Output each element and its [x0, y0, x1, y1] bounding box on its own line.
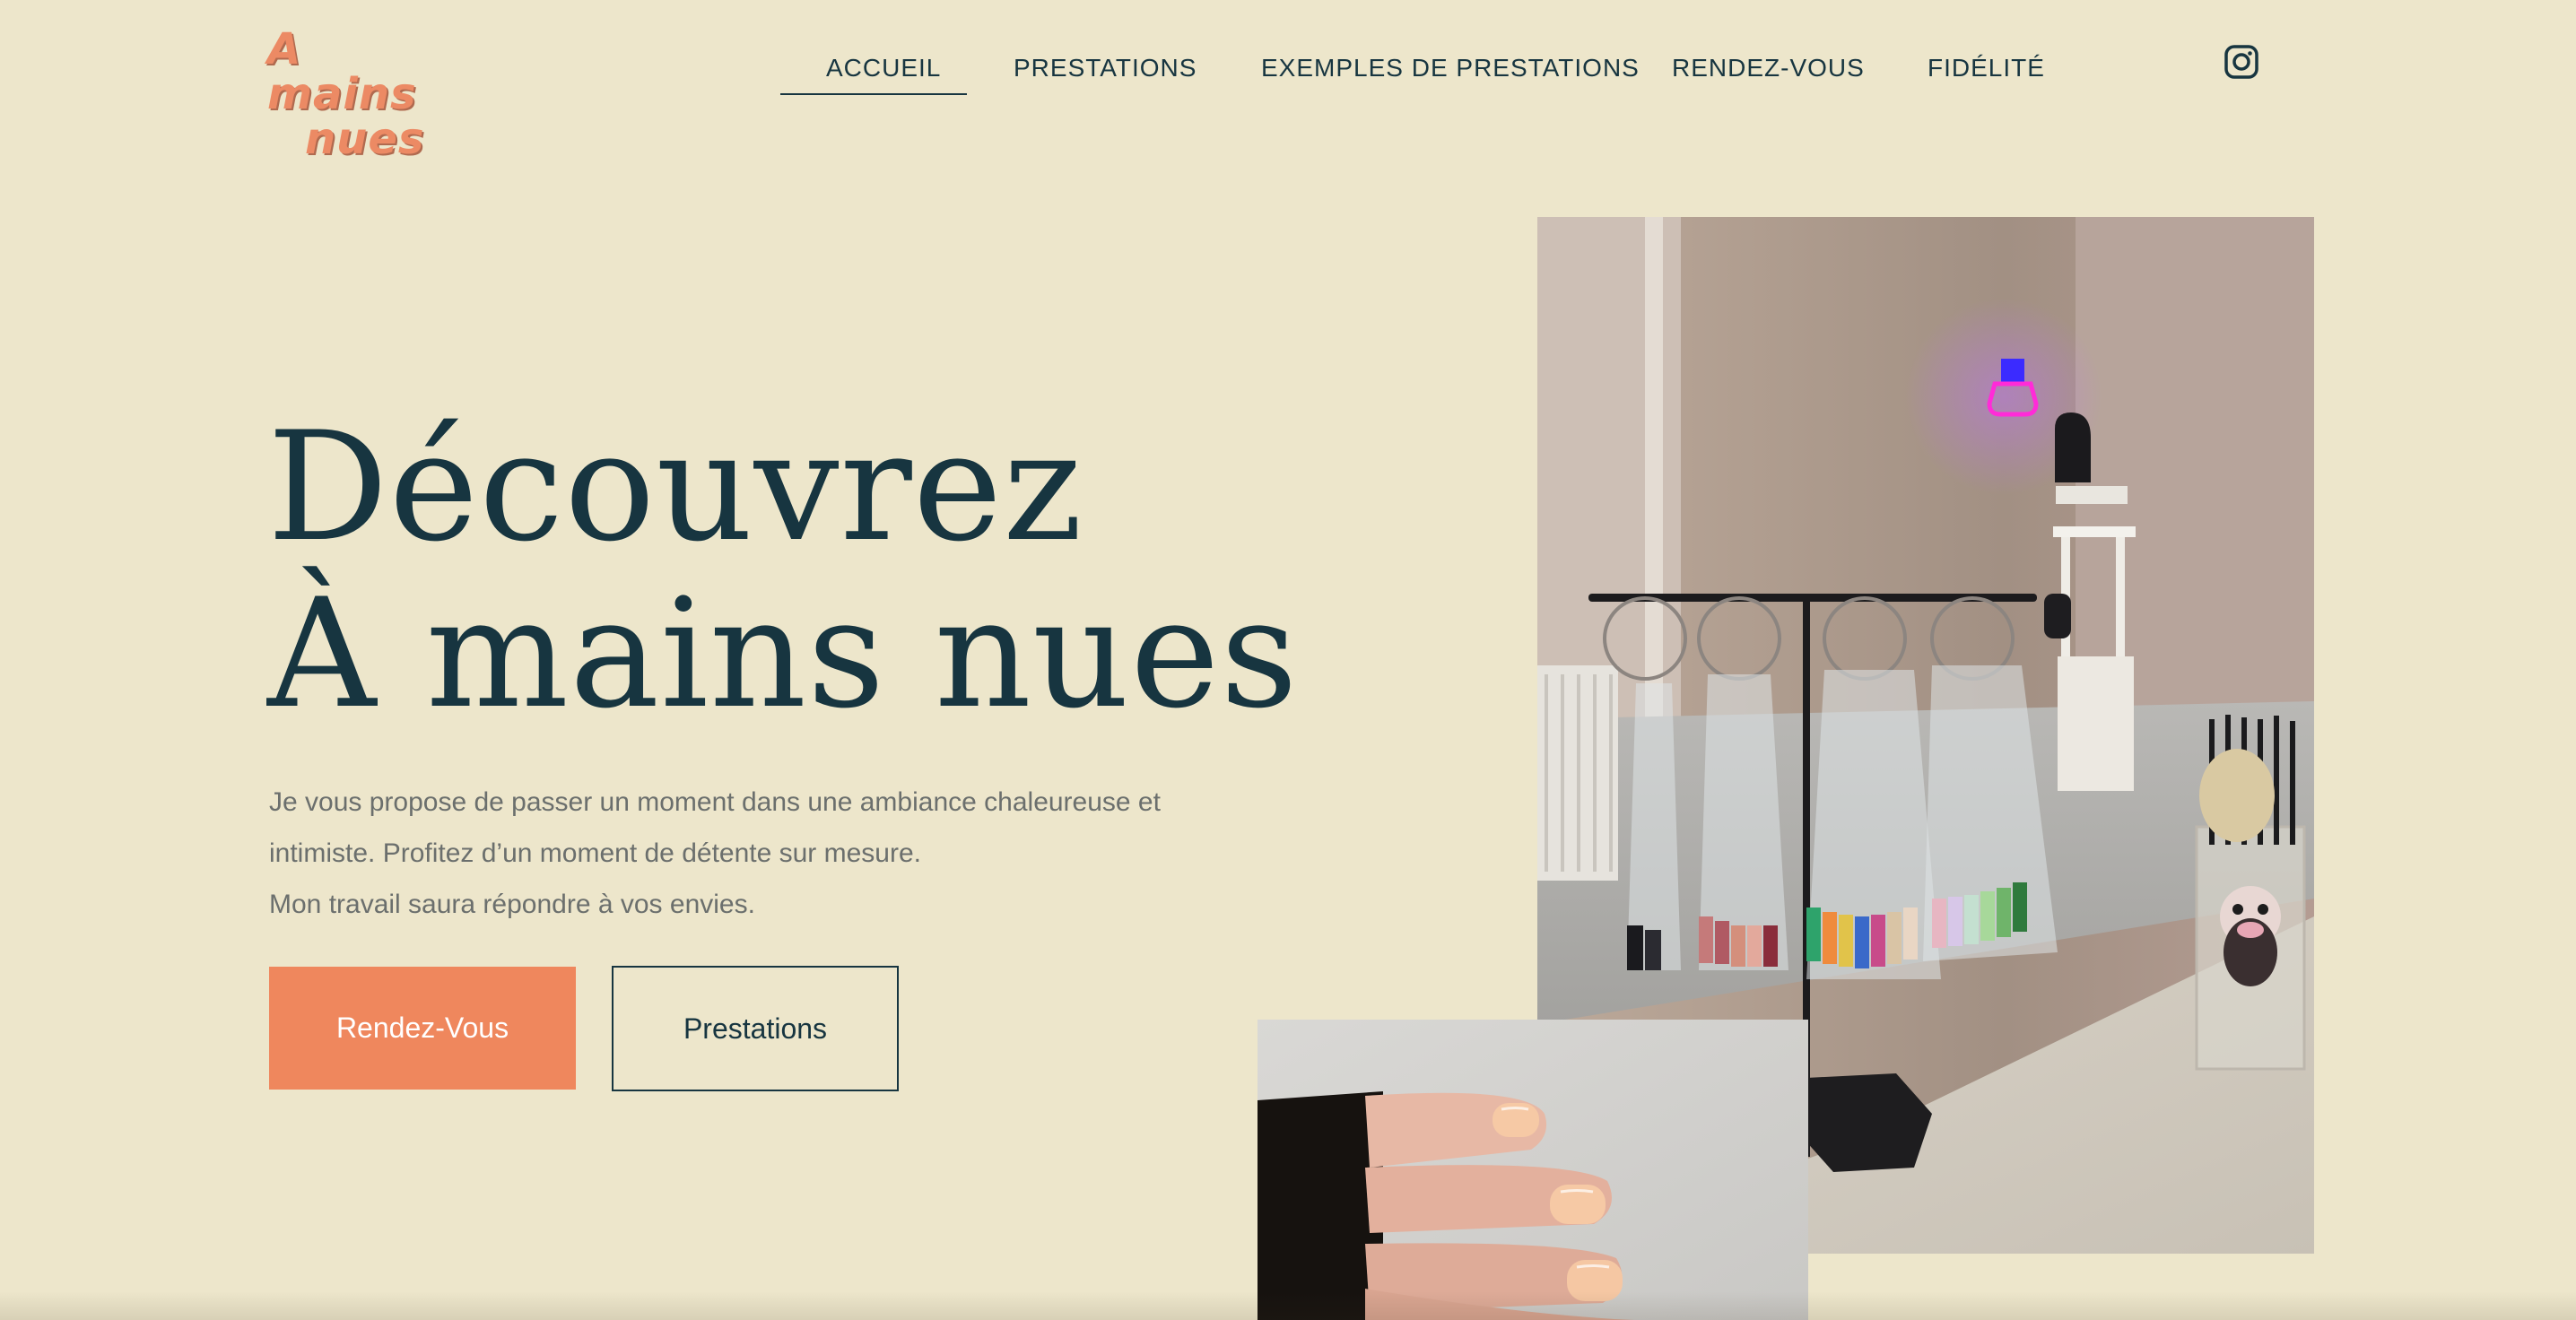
hero-intro-line-2: intimiste. Profitez d’un moment de déten…: [269, 838, 922, 868]
hero-intro-line-3: Mon travail saura répondre à vos envies.: [269, 890, 755, 919]
hero-intro: Je vous propose de passer un moment dans…: [269, 777, 1202, 930]
manicure-photo: [1258, 1020, 1808, 1320]
logo-line-1: A mains: [267, 24, 417, 119]
hero-title: Découvrez À mains nues: [267, 404, 1299, 737]
logo-line-2: nues: [305, 114, 425, 164]
nav-item-exemples-de-prestations[interactable]: EXEMPLES DE PRESTATIONS: [1261, 50, 1640, 86]
nav-item-accueil[interactable]: ACCUEIL: [826, 50, 941, 86]
rendez-vous-button[interactable]: Rendez-Vous: [269, 967, 576, 1090]
hero-intro-line-1: Je vous propose de passer un moment dans…: [269, 787, 1161, 817]
hero-title-line-2: À mains nues: [267, 566, 1299, 742]
site-logo[interactable]: A mains nues: [267, 27, 465, 161]
nav-item-rendez-vous[interactable]: RENDEZ-VOUS: [1672, 50, 1865, 86]
prestations-button[interactable]: Prestations: [612, 966, 899, 1091]
instagram-icon[interactable]: [2224, 45, 2258, 79]
nav-item-prestations[interactable]: PRESTATIONS: [1014, 50, 1197, 86]
bottom-shadow: [0, 1291, 2576, 1320]
hero-title-line-1: Découvrez: [267, 399, 1083, 575]
nav-active-indicator: [780, 93, 967, 95]
nav-item-fidelite[interactable]: FIDÉLITÉ: [1928, 50, 2045, 86]
